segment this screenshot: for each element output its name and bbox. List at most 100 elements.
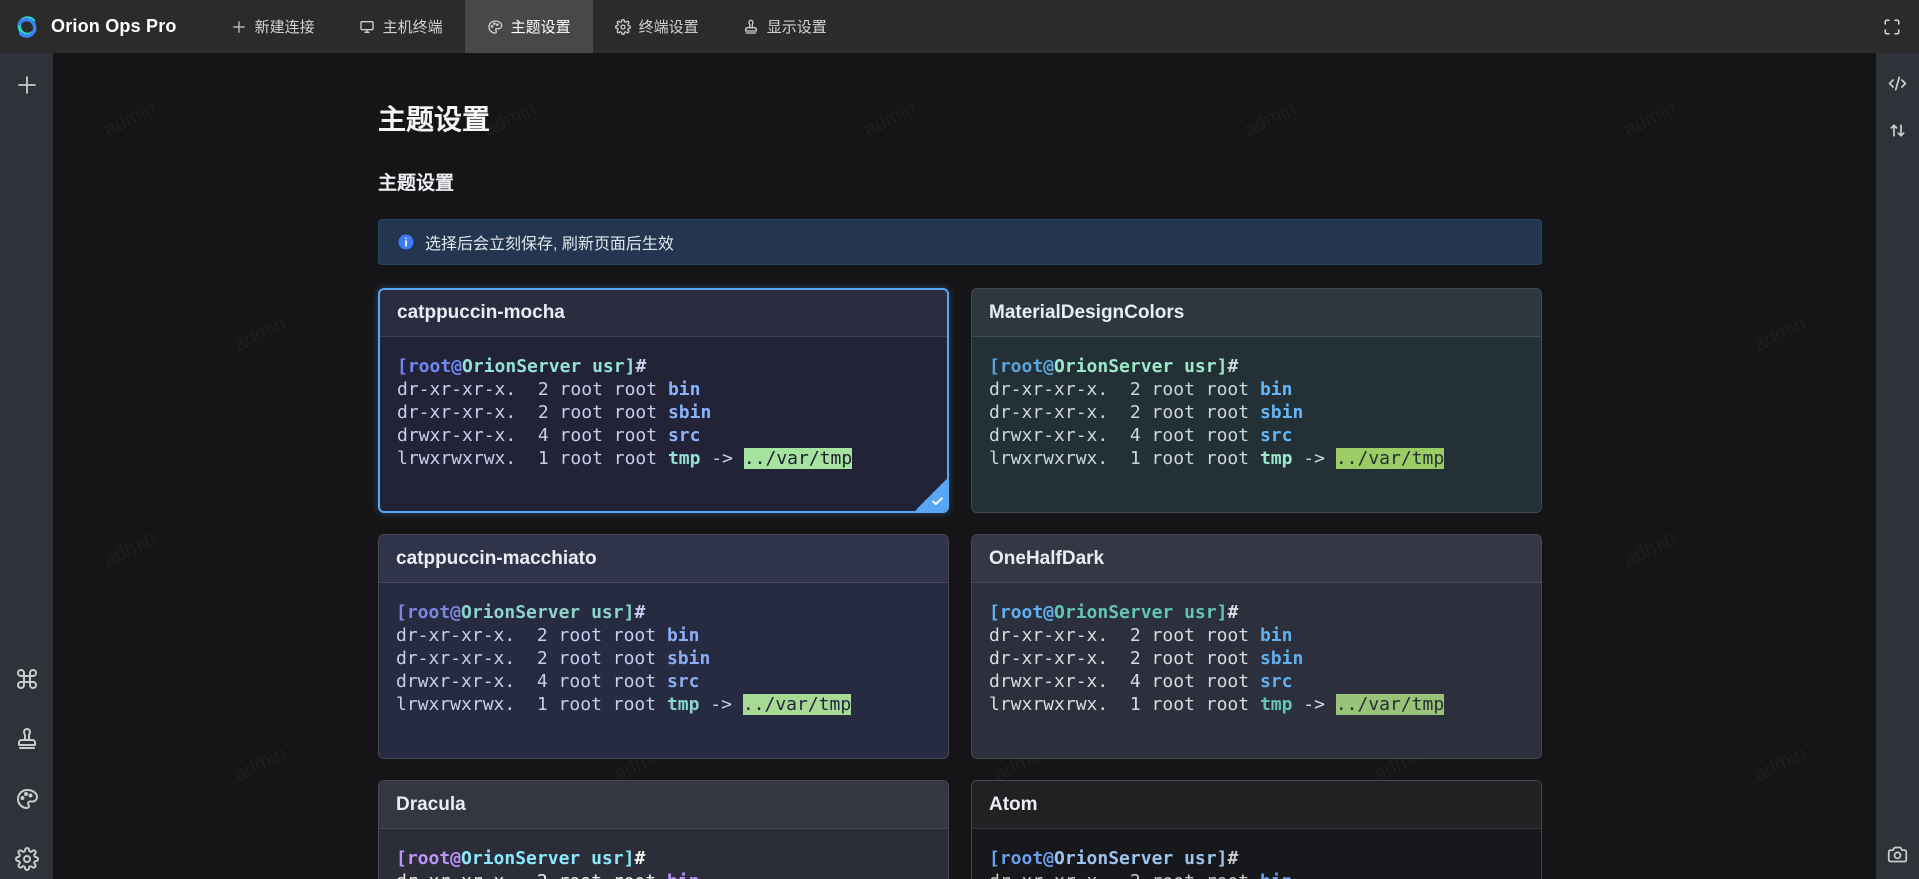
terminal-preview: [root@OrionServer usr]#dr-xr-xr-x. 2 roo… <box>379 829 948 879</box>
file-name: bin <box>667 871 700 879</box>
file-name: bin <box>1260 871 1293 879</box>
terminal-prompt-line: [root@OrionServer usr]# <box>989 601 1524 624</box>
theme-name: Atom <box>989 794 1038 816</box>
plus-icon[interactable] <box>15 73 39 97</box>
file-name: bin <box>667 625 700 646</box>
watermark-text: admin <box>1621 527 1680 572</box>
terminal-line: drwxr-xr-x. 4 root root src <box>397 424 930 447</box>
code-icon[interactable] <box>1887 73 1908 94</box>
terminal-line: drwxr-xr-x. 4 root root src <box>989 424 1524 447</box>
nav-tab-label: 主机终端 <box>383 16 443 37</box>
theme-card-Dracula[interactable]: Dracula [root@OrionServer usr]#dr-xr-xr-… <box>378 780 949 879</box>
brand: Orion Ops Pro <box>0 0 177 53</box>
sort-icon[interactable] <box>1887 120 1908 141</box>
nav-tab-2[interactable]: 主机终端 <box>337 0 465 53</box>
terminal-line: dr-xr-xr-x. 2 root root bin <box>396 870 931 879</box>
camera-icon[interactable] <box>1887 844 1908 865</box>
app-logo-icon <box>13 13 41 41</box>
terminal-line: dr-xr-xr-x. 2 root root sbin <box>397 401 930 424</box>
file-permissions: dr-xr-xr-x. 2 root root <box>989 402 1260 423</box>
theme-name: MaterialDesignColors <box>989 302 1184 324</box>
file-permissions: drwxr-xr-x. 4 root root <box>989 671 1260 692</box>
terminal-prompt-line: [root@OrionServer usr]# <box>396 601 931 624</box>
info-banner-text: 选择后会立刻保存, 刷新页面后生效 <box>425 230 674 254</box>
nav-tab-label: 显示设置 <box>767 16 827 37</box>
link-target: ../var/tmp <box>743 694 851 715</box>
command-icon[interactable] <box>15 667 39 691</box>
info-banner: 选择后会立刻保存, 刷新页面后生效 <box>378 219 1542 265</box>
prompt-hash: # <box>634 602 645 623</box>
file-permissions: dr-xr-xr-x. 2 root root <box>989 625 1260 646</box>
file-permissions: drwxr-xr-x. 4 root root <box>989 425 1260 446</box>
right-rail <box>1876 53 1919 879</box>
terminal-prompt-line: [root@OrionServer usr]# <box>989 355 1524 378</box>
nav-tab-label: 新建连接 <box>255 16 315 37</box>
monitor-icon <box>359 19 375 35</box>
palette-icon[interactable] <box>15 787 39 811</box>
theme-grid: catppuccin-mocha [root@OrionServer usr]#… <box>378 288 1542 879</box>
prompt-user: [root@ <box>397 356 462 377</box>
prompt-host: OrionServer <box>461 602 580 623</box>
file-name: tmp <box>1260 448 1293 469</box>
watermark-text: admin <box>231 742 290 787</box>
left-rail <box>0 53 53 879</box>
plus-icon <box>231 19 247 35</box>
file-permissions: drwxr-xr-x. 4 root root <box>397 425 668 446</box>
nav-tab-4[interactable]: 终端设置 <box>593 0 721 53</box>
link-target: ../var/tmp <box>1336 694 1444 715</box>
file-permissions: dr-xr-xr-x. 2 root root <box>989 871 1260 879</box>
file-name: sbin <box>667 648 710 669</box>
prompt-hash: # <box>634 848 645 869</box>
terminal-line: lrwxrwxrwx. 1 root root tmp -> ../var/tm… <box>397 447 930 470</box>
file-permissions: dr-xr-xr-x. 2 root root <box>397 402 668 423</box>
terminal-prompt-line: [root@OrionServer usr]# <box>989 847 1524 870</box>
file-name: tmp <box>1260 694 1293 715</box>
theme-name: catppuccin-macchiato <box>396 548 597 570</box>
nav-tab-label: 主题设置 <box>511 16 571 37</box>
gear-icon[interactable] <box>15 847 39 871</box>
prompt-path: usr] <box>580 602 634 623</box>
theme-card-Atom[interactable]: Atom [root@OrionServer usr]#dr-xr-xr-x. … <box>971 780 1542 879</box>
info-icon <box>397 233 415 251</box>
theme-card-header: Dracula <box>379 781 948 829</box>
prompt-user: [root@ <box>989 848 1054 869</box>
prompt-host: OrionServer <box>461 848 580 869</box>
terminal-line: dr-xr-xr-x. 2 root root bin <box>396 624 931 647</box>
terminal-line: dr-xr-xr-x. 2 root root bin <box>989 870 1524 879</box>
watermark-text: admin <box>101 527 160 572</box>
page-title: 主题设置 <box>378 98 1542 138</box>
theme-card-catppuccin-mocha[interactable]: catppuccin-mocha [root@OrionServer usr]#… <box>378 288 949 513</box>
terminal-line: dr-xr-xr-x. 2 root root sbin <box>396 647 931 670</box>
terminal-preview: [root@OrionServer usr]#dr-xr-xr-x. 2 roo… <box>972 829 1541 879</box>
file-name: src <box>667 671 700 692</box>
nav-tab-5[interactable]: 显示设置 <box>721 0 849 53</box>
prompt-user: [root@ <box>396 602 461 623</box>
theme-card-header: MaterialDesignColors <box>972 289 1541 337</box>
prompt-user: [root@ <box>989 602 1054 623</box>
prompt-hash: # <box>635 356 646 377</box>
navbar-right <box>1883 0 1919 53</box>
terminal-line: dr-xr-xr-x. 2 root root sbin <box>989 647 1524 670</box>
terminal-prompt-line: [root@OrionServer usr]# <box>396 847 931 870</box>
nav-tab-3[interactable]: 主题设置 <box>465 0 593 53</box>
file-name: bin <box>1260 379 1293 400</box>
stamp-icon[interactable] <box>15 727 39 751</box>
file-name: bin <box>1260 625 1293 646</box>
prompt-hash: # <box>1227 602 1238 623</box>
file-permissions: lrwxrwxrwx. 1 root root <box>989 448 1260 469</box>
top-navbar: Orion Ops Pro 新建连接 主机终端 主题设置 终端设置 显示设置 <box>0 0 1919 53</box>
fullscreen-icon[interactable] <box>1883 18 1901 36</box>
nav-tab-1[interactable]: 新建连接 <box>209 0 337 53</box>
terminal-line: drwxr-xr-x. 4 root root src <box>989 670 1524 693</box>
theme-card-MaterialDesignColors[interactable]: MaterialDesignColors [root@OrionServer u… <box>971 288 1542 513</box>
link-target: ../var/tmp <box>744 448 852 469</box>
brand-name: Orion Ops Pro <box>51 16 177 37</box>
prompt-host: OrionServer <box>1054 356 1173 377</box>
terminal-line: dr-xr-xr-x. 2 root root sbin <box>989 401 1524 424</box>
terminal-preview: [root@OrionServer usr]#dr-xr-xr-x. 2 roo… <box>380 337 947 470</box>
watermark-text: admin <box>1621 97 1680 142</box>
theme-card-OneHalfDark[interactable]: OneHalfDark [root@OrionServer usr]#dr-xr… <box>971 534 1542 759</box>
file-permissions: lrwxrwxrwx. 1 root root <box>397 448 668 469</box>
theme-card-catppuccin-macchiato[interactable]: catppuccin-macchiato [root@OrionServer u… <box>378 534 949 759</box>
section-title: 主题设置 <box>378 168 1542 195</box>
